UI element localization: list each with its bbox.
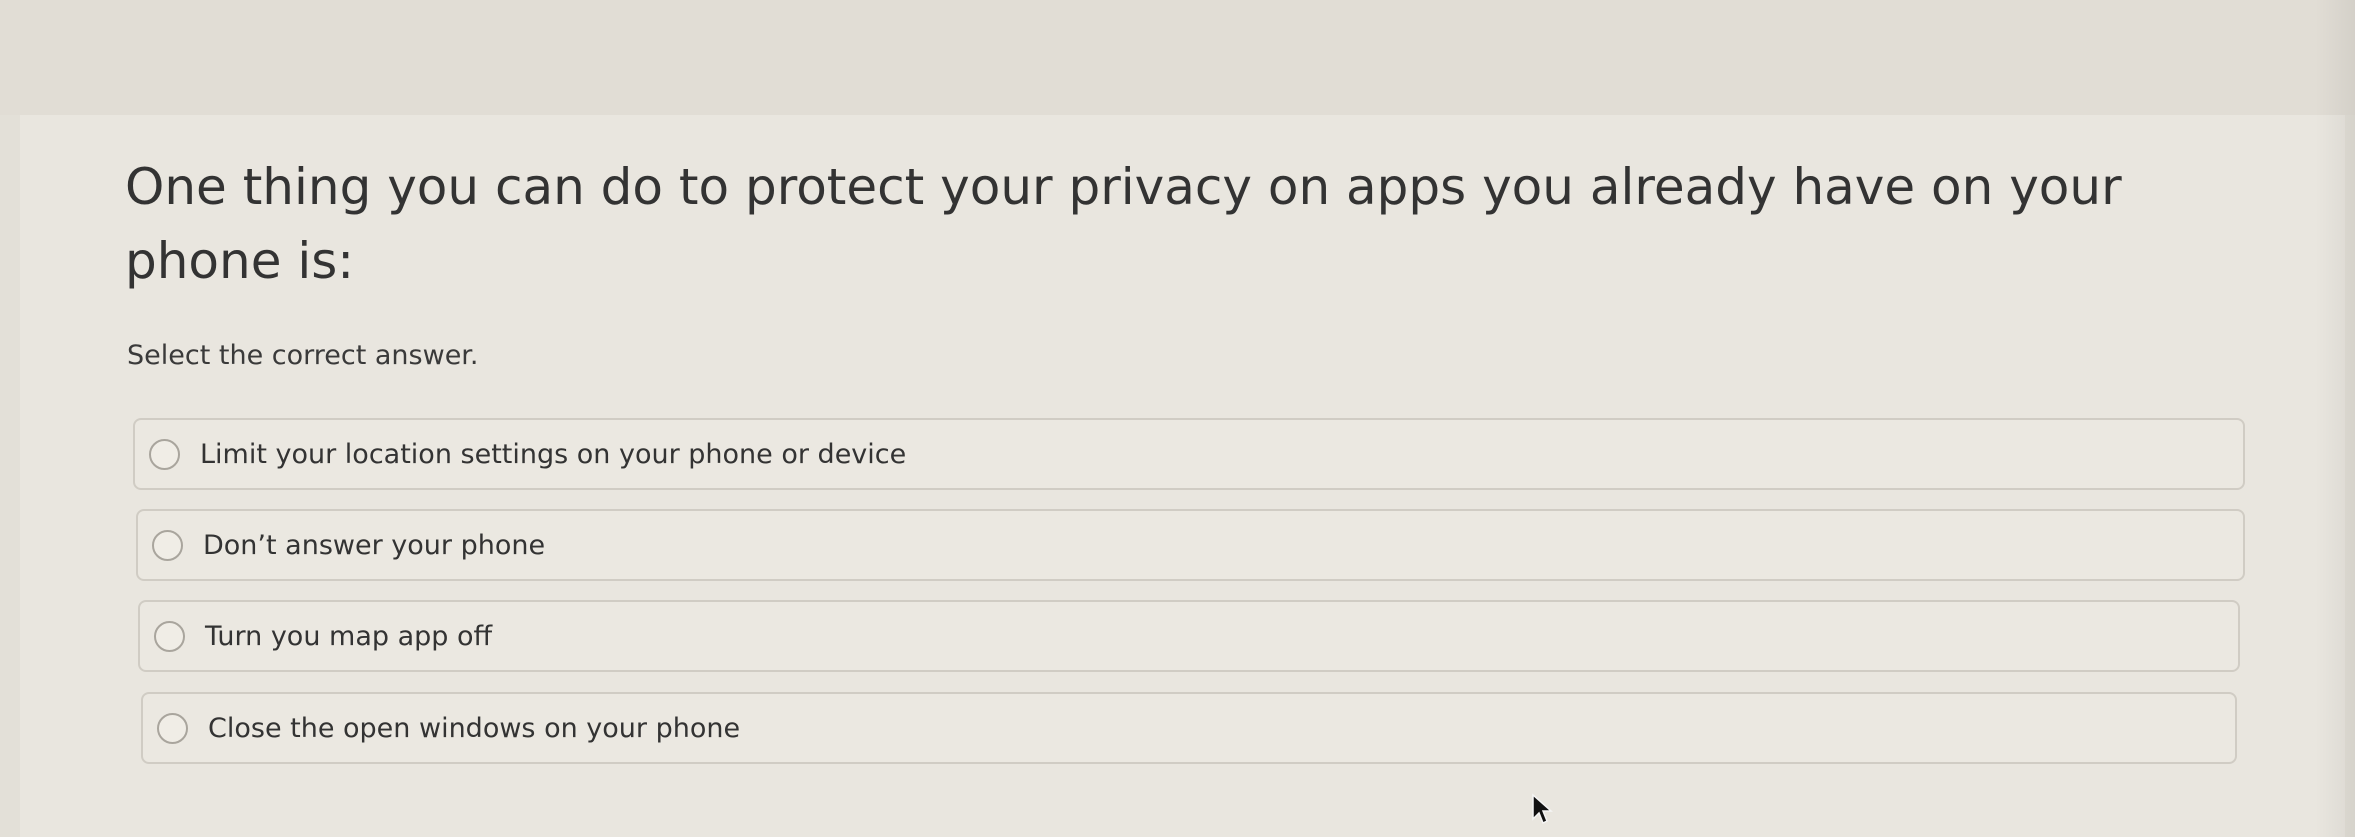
answer-option[interactable]: Close the open windows on your phone	[141, 692, 2237, 764]
instruction-text: Select the correct answer.	[127, 340, 479, 371]
answer-option-label: Turn you map app off	[205, 620, 493, 652]
answer-option-label: Don’t answer your phone	[203, 529, 546, 561]
radio-button-icon[interactable]	[157, 712, 188, 744]
mouse-pointer-icon	[1532, 793, 1553, 825]
answer-option[interactable]: Limit your location settings on your pho…	[133, 418, 2245, 490]
answer-option[interactable]: Turn you map app off	[138, 600, 2240, 672]
answer-option-label: Limit your location settings on your pho…	[200, 438, 907, 470]
answer-option[interactable]: Don’t answer your phone	[136, 509, 2245, 581]
radio-button-icon[interactable]	[154, 620, 185, 652]
radio-button-icon[interactable]	[149, 438, 180, 470]
radio-button-icon[interactable]	[152, 529, 183, 561]
answer-option-label: Close the open windows on your phone	[208, 712, 741, 744]
edge-shadow	[2315, 0, 2355, 837]
header-band	[0, 0, 2355, 115]
question-text: One thing you can do to protect your pri…	[125, 158, 2122, 290]
